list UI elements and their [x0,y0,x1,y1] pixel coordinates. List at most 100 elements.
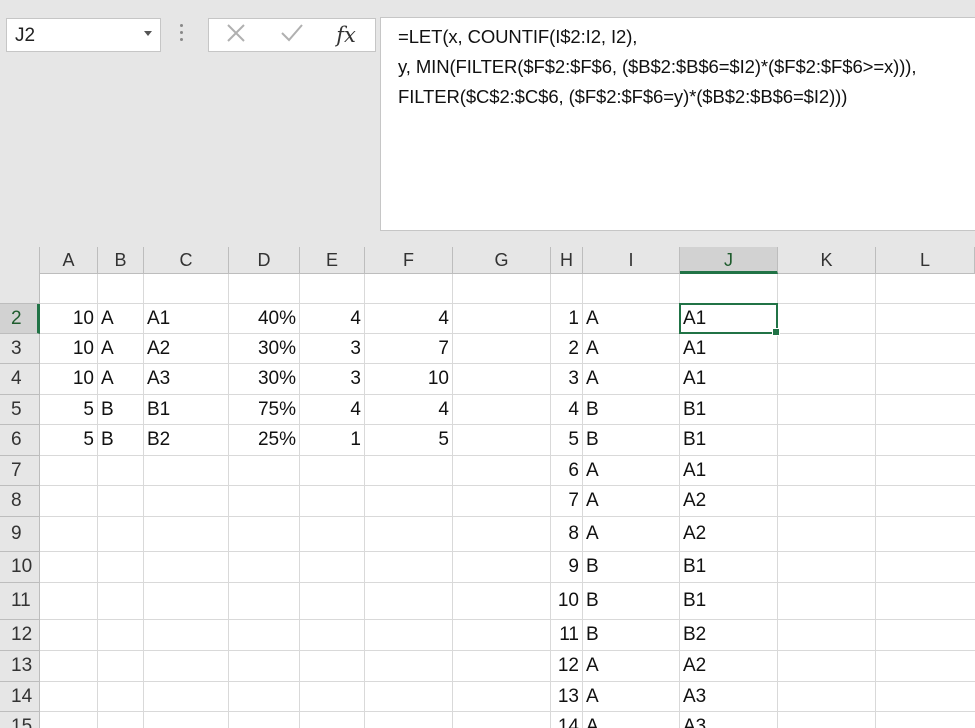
insert-function-button[interactable]: fx [331,22,361,48]
row-header-6[interactable]: 6 [0,425,40,456]
cell-i15[interactable]: A [583,712,680,728]
cell-a4[interactable]: 10 [40,364,98,395]
cell-e2[interactable]: 4 [300,304,365,334]
cell-f4[interactable]: 10 [365,364,453,395]
cell-i4[interactable]: A [583,364,680,395]
cell-j14[interactable]: A3 [680,682,778,712]
cell-i2[interactable]: A [583,304,680,334]
cell-j3[interactable]: A1 [680,334,778,364]
cell-e5[interactable]: 4 [300,395,365,425]
cell-h10[interactable]: 9 [551,552,583,583]
cell-i9[interactable]: A [583,517,680,552]
cell-h13[interactable]: 12 [551,651,583,682]
cell-i1[interactable]: Category [583,247,680,304]
cell-i5[interactable]: B [583,395,680,425]
cell-h1[interactable]: ID [551,247,583,304]
cell-c6[interactable]: B2 [144,425,229,456]
cell-j6[interactable]: B1 [680,425,778,456]
name-box[interactable]: J2 [6,18,161,52]
cell-b2[interactable]: A [98,304,144,334]
cell-i13[interactable]: A [583,651,680,682]
cell-e1[interactable]: Count [300,247,365,304]
row-header-8[interactable]: 8 [0,486,40,517]
cell-h3[interactable]: 2 [551,334,583,364]
cell-j4[interactable]: A1 [680,364,778,395]
column-header-l[interactable]: L [876,247,975,274]
fill-handle[interactable] [772,328,780,336]
formula-bar[interactable]: =LET(x, COUNTIF(I$2:I2, I2), y, MIN(FILT… [380,17,975,231]
cell-d5[interactable]: 75% [229,395,300,425]
cell-b1[interactable]: Cat. [98,247,144,304]
cell-f5[interactable]: 4 [365,395,453,425]
cell-h7[interactable]: 6 [551,456,583,486]
row-header-11[interactable]: 11 [0,583,40,620]
cell-b6[interactable]: B [98,425,144,456]
cell-h8[interactable]: 7 [551,486,583,517]
cell-a2[interactable]: 10 [40,304,98,334]
row-header-5[interactable]: 5 [0,395,40,425]
row-header-3[interactable]: 3 [0,334,40,364]
active-cell-outline[interactable] [679,303,780,336]
cell-e6[interactable]: 1 [300,425,365,456]
cell-f6[interactable]: 5 [365,425,453,456]
column-header-f[interactable]: F [365,247,453,274]
cell-c1[interactable]: Sub Cat. [144,247,229,304]
cell-d3[interactable]: 30% [229,334,300,364]
cell-i3[interactable]: A [583,334,680,364]
cell-b4[interactable]: A [98,364,144,395]
cell-i6[interactable]: B [583,425,680,456]
cell-j1[interactable]: Sub Category [680,247,880,304]
row-header-13[interactable]: 13 [0,651,40,682]
cell-b3[interactable]: A [98,334,144,364]
cell-c3[interactable]: A2 [144,334,229,364]
cell-h5[interactable]: 4 [551,395,583,425]
cell-h14[interactable]: 13 [551,682,583,712]
cell-h2[interactable]: 1 [551,304,583,334]
cell-h9[interactable]: 8 [551,517,583,552]
cell-j5[interactable]: B1 [680,395,778,425]
row-header-14[interactable]: 14 [0,682,40,712]
cell-a1[interactable]: Freq. [40,247,98,304]
column-header-g[interactable]: G [453,247,551,274]
cell-e3[interactable]: 3 [300,334,365,364]
row-header-1[interactable]: 1 [0,247,40,304]
cell-d4[interactable]: 30% [229,364,300,395]
cell-j7[interactable]: A1 [680,456,778,486]
check-icon[interactable] [277,22,307,48]
cell-d2[interactable]: 40% [229,304,300,334]
cell-i11[interactable]: B [583,583,680,620]
row-header-2[interactable]: 2 [0,304,40,334]
cell-a3[interactable]: 10 [40,334,98,364]
spreadsheet-grid[interactable]: ABCDEFGHIJKL123456789101112131415Freq.Ca… [0,247,975,728]
cell-e4[interactable]: 3 [300,364,365,395]
chevron-down-icon[interactable] [144,31,152,36]
close-icon[interactable] [221,22,251,48]
cell-j10[interactable]: B1 [680,552,778,583]
cell-j13[interactable]: A2 [680,651,778,682]
cell-h12[interactable]: 11 [551,620,583,651]
row-header-15[interactable]: 15 [0,712,40,728]
cell-d1[interactable]: % Split [229,247,300,304]
cell-j15[interactable]: A3 [680,712,778,728]
row-header-9[interactable]: 9 [0,517,40,552]
more-options-icon[interactable] [180,24,184,44]
cell-f2[interactable]: 4 [365,304,453,334]
row-header-10[interactable]: 10 [0,552,40,583]
cell-c5[interactable]: B1 [144,395,229,425]
cell-a5[interactable]: 5 [40,395,98,425]
cell-h11[interactable]: 10 [551,583,583,620]
cell-d6[interactable]: 25% [229,425,300,456]
cell-c4[interactable]: A3 [144,364,229,395]
cell-j11[interactable]: B1 [680,583,778,620]
row-header-12[interactable]: 12 [0,620,40,651]
cell-c2[interactable]: A1 [144,304,229,334]
row-header-4[interactable]: 4 [0,364,40,395]
cell-b5[interactable]: B [98,395,144,425]
cell-h4[interactable]: 3 [551,364,583,395]
cell-j12[interactable]: B2 [680,620,778,651]
cell-j9[interactable]: A2 [680,517,778,552]
cell-a6[interactable]: 5 [40,425,98,456]
cell-h15[interactable]: 14 [551,712,583,728]
cell-i10[interactable]: B [583,552,680,583]
cell-h6[interactable]: 5 [551,425,583,456]
